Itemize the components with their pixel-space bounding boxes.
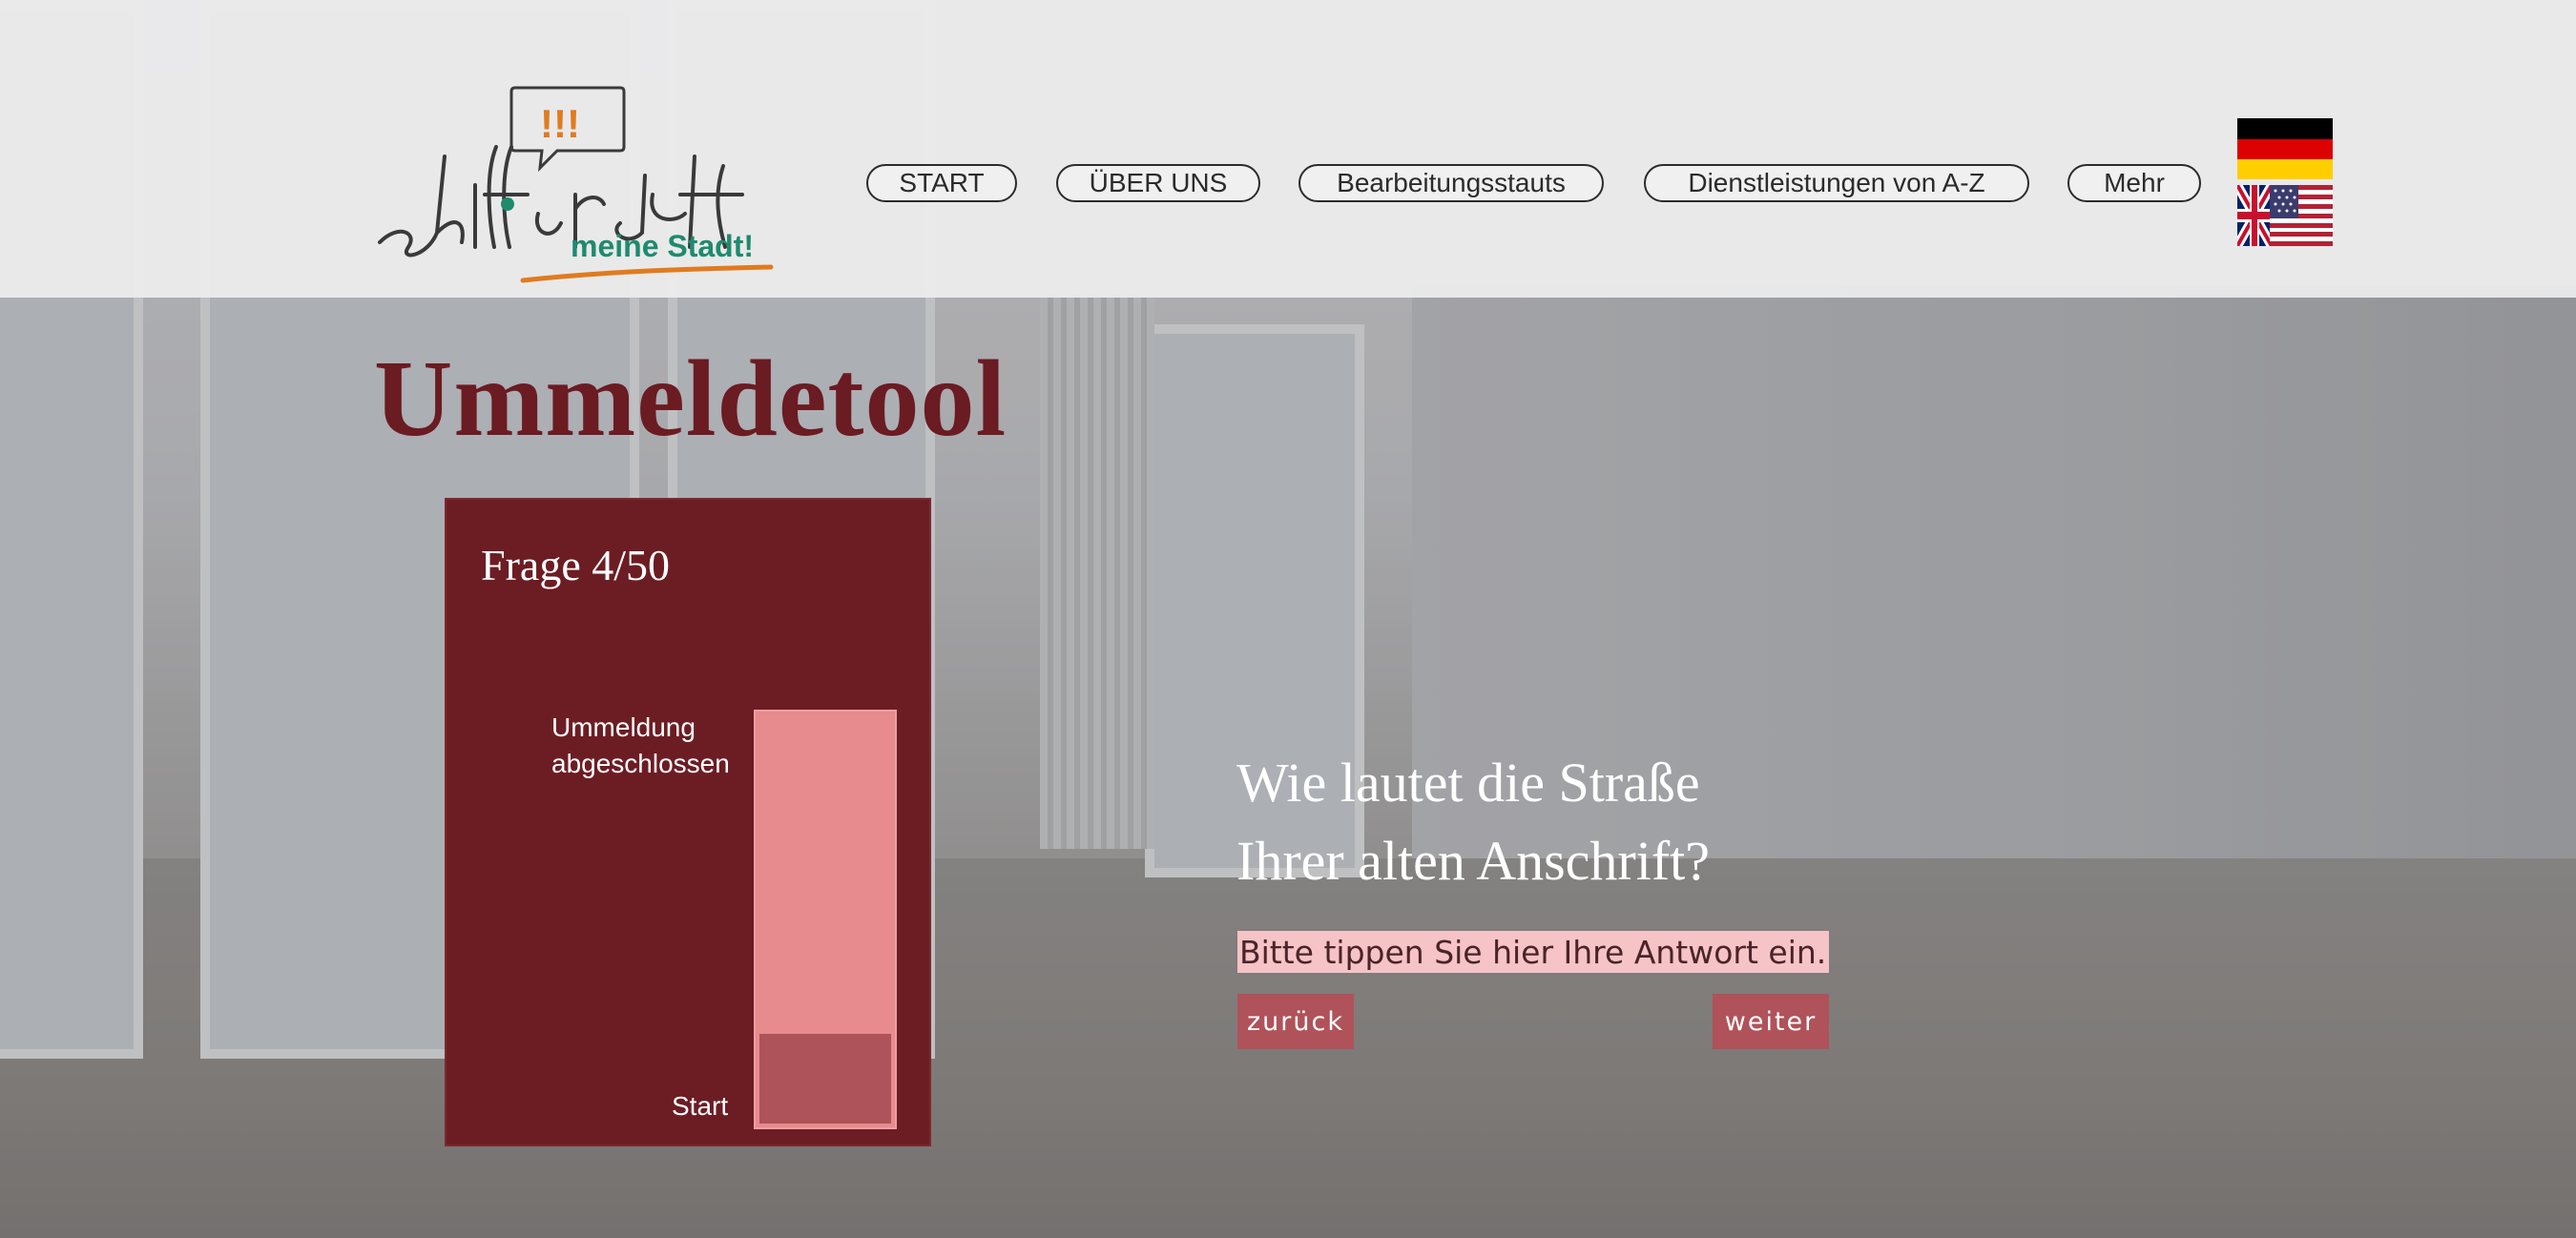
progress-bar-fill: [759, 1034, 891, 1124]
nav-status-button[interactable]: Bearbeitungsstauts: [1298, 164, 1604, 202]
nav-about-button[interactable]: ÜBER UNS: [1056, 164, 1260, 202]
progress-bar-track: [754, 710, 897, 1129]
logo-tagline: meine Stadt!: [571, 229, 754, 263]
next-button[interactable]: weiter: [1713, 994, 1829, 1049]
logo-dot: [501, 197, 514, 211]
back-button[interactable]: zurück: [1237, 994, 1354, 1049]
question-line-1: Wie lautet die Straße: [1236, 752, 1700, 814]
question-counter: Frage 4/50: [481, 541, 671, 589]
logo-exclamations: !!!: [540, 101, 580, 146]
progress-start-label: Start: [672, 1091, 729, 1121]
progress-goal-label: Ummeldung abgeschlossen: [551, 712, 730, 778]
progress-panel: Frage 4/50 Ummeldung abgeschlossen Start: [445, 498, 931, 1146]
schifferstadt-logo[interactable]: !!! meine Stadt!: [370, 80, 780, 290]
question-text: Wie lautet die Straße Ihrer alten Anschr…: [1236, 744, 1904, 900]
uk-us-flag-icon[interactable]: [2237, 185, 2333, 246]
german-flag-icon[interactable]: [2237, 118, 2333, 179]
answer-input[interactable]: [1237, 931, 1829, 973]
nav-services-button[interactable]: Dienstleistungen von A-Z: [1644, 164, 2029, 202]
question-line-2: Ihrer alten Anschrift?: [1236, 830, 1711, 892]
site-header: !!! meine Stadt! START ÜBER UNS Bearbeit…: [0, 0, 2576, 298]
nav-more-button[interactable]: Mehr: [2067, 164, 2201, 202]
nav-start-button[interactable]: START: [866, 164, 1017, 202]
page-title: Ummeldetool: [374, 338, 1008, 459]
